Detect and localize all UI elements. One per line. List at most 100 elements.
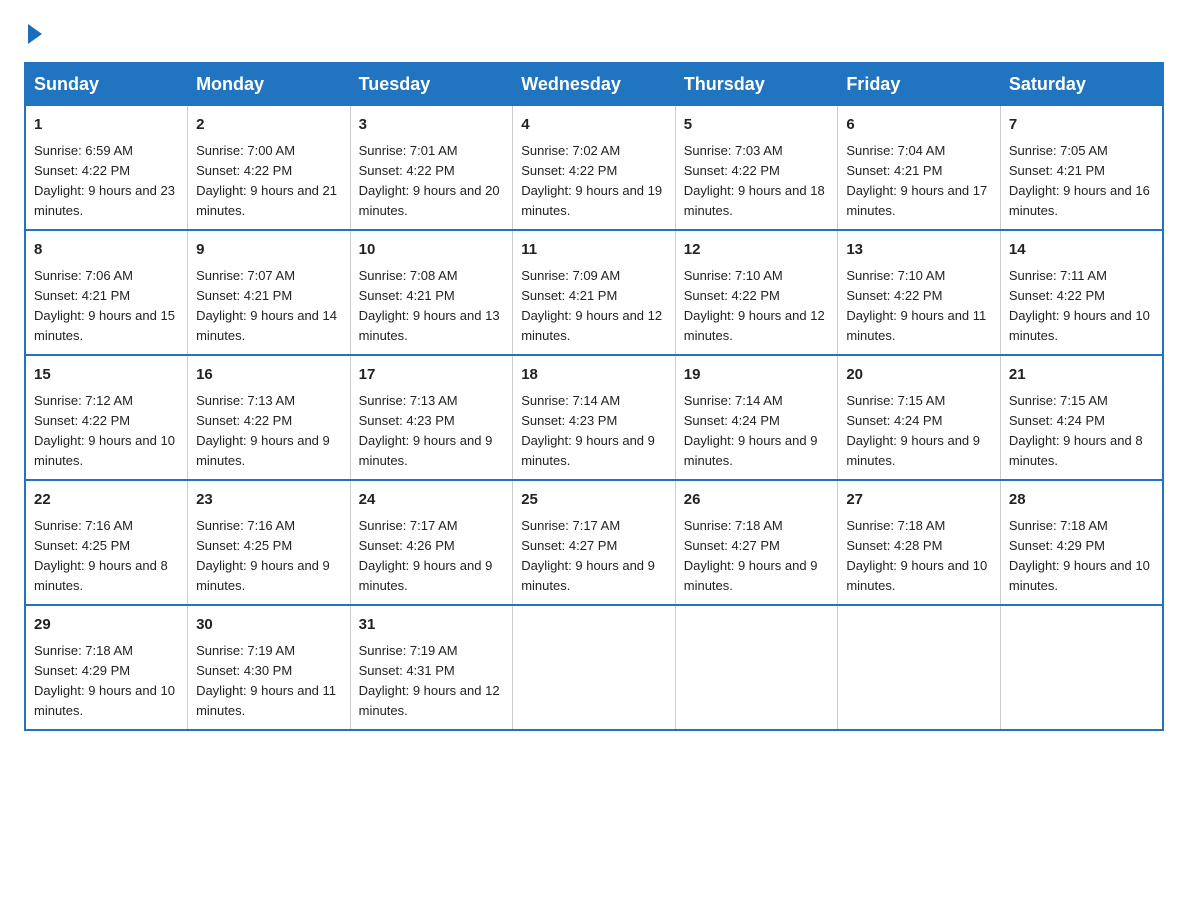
calendar-cell: 14 Sunrise: 7:11 AMSunset: 4:22 PMDaylig… bbox=[1000, 230, 1163, 355]
calendar-cell bbox=[1000, 605, 1163, 730]
calendar-cell: 9 Sunrise: 7:07 AMSunset: 4:21 PMDayligh… bbox=[188, 230, 351, 355]
day-number: 20 bbox=[846, 364, 992, 387]
day-info: Sunrise: 7:18 AMSunset: 4:28 PMDaylight:… bbox=[846, 518, 987, 593]
calendar-cell: 31 Sunrise: 7:19 AMSunset: 4:31 PMDaylig… bbox=[350, 605, 513, 730]
day-header-tuesday: Tuesday bbox=[350, 63, 513, 106]
day-info: Sunrise: 7:02 AMSunset: 4:22 PMDaylight:… bbox=[521, 143, 662, 218]
day-info: Sunrise: 7:14 AMSunset: 4:23 PMDaylight:… bbox=[521, 393, 655, 468]
calendar-cell: 26 Sunrise: 7:18 AMSunset: 4:27 PMDaylig… bbox=[675, 480, 838, 605]
day-number: 18 bbox=[521, 364, 667, 387]
calendar-cell: 17 Sunrise: 7:13 AMSunset: 4:23 PMDaylig… bbox=[350, 355, 513, 480]
day-header-saturday: Saturday bbox=[1000, 63, 1163, 106]
calendar-cell bbox=[513, 605, 676, 730]
day-info: Sunrise: 7:19 AMSunset: 4:30 PMDaylight:… bbox=[196, 643, 336, 718]
calendar-cell: 15 Sunrise: 7:12 AMSunset: 4:22 PMDaylig… bbox=[25, 355, 188, 480]
day-info: Sunrise: 7:06 AMSunset: 4:21 PMDaylight:… bbox=[34, 268, 175, 343]
day-number: 4 bbox=[521, 114, 667, 137]
day-header-monday: Monday bbox=[188, 63, 351, 106]
day-info: Sunrise: 7:03 AMSunset: 4:22 PMDaylight:… bbox=[684, 143, 825, 218]
calendar-week-row: 29 Sunrise: 7:18 AMSunset: 4:29 PMDaylig… bbox=[25, 605, 1163, 730]
day-header-friday: Friday bbox=[838, 63, 1001, 106]
day-number: 11 bbox=[521, 239, 667, 262]
day-info: Sunrise: 7:16 AMSunset: 4:25 PMDaylight:… bbox=[34, 518, 168, 593]
day-info: Sunrise: 7:17 AMSunset: 4:27 PMDaylight:… bbox=[521, 518, 655, 593]
day-number: 30 bbox=[196, 614, 342, 637]
day-number: 25 bbox=[521, 489, 667, 512]
day-info: Sunrise: 7:01 AMSunset: 4:22 PMDaylight:… bbox=[359, 143, 500, 218]
day-number: 13 bbox=[846, 239, 992, 262]
day-number: 22 bbox=[34, 489, 179, 512]
day-info: Sunrise: 7:17 AMSunset: 4:26 PMDaylight:… bbox=[359, 518, 493, 593]
day-number: 24 bbox=[359, 489, 505, 512]
calendar-cell: 16 Sunrise: 7:13 AMSunset: 4:22 PMDaylig… bbox=[188, 355, 351, 480]
calendar-cell: 8 Sunrise: 7:06 AMSunset: 4:21 PMDayligh… bbox=[25, 230, 188, 355]
day-info: Sunrise: 7:16 AMSunset: 4:25 PMDaylight:… bbox=[196, 518, 330, 593]
day-info: Sunrise: 7:13 AMSunset: 4:22 PMDaylight:… bbox=[196, 393, 330, 468]
day-number: 16 bbox=[196, 364, 342, 387]
logo bbox=[24, 24, 42, 44]
logo-arrow-icon bbox=[28, 24, 42, 44]
day-number: 19 bbox=[684, 364, 830, 387]
calendar-week-row: 22 Sunrise: 7:16 AMSunset: 4:25 PMDaylig… bbox=[25, 480, 1163, 605]
calendar-header-row: SundayMondayTuesdayWednesdayThursdayFrid… bbox=[25, 63, 1163, 106]
day-number: 15 bbox=[34, 364, 179, 387]
day-number: 6 bbox=[846, 114, 992, 137]
calendar-cell: 25 Sunrise: 7:17 AMSunset: 4:27 PMDaylig… bbox=[513, 480, 676, 605]
calendar-week-row: 15 Sunrise: 7:12 AMSunset: 4:22 PMDaylig… bbox=[25, 355, 1163, 480]
day-header-sunday: Sunday bbox=[25, 63, 188, 106]
calendar-cell: 21 Sunrise: 7:15 AMSunset: 4:24 PMDaylig… bbox=[1000, 355, 1163, 480]
day-number: 27 bbox=[846, 489, 992, 512]
day-number: 21 bbox=[1009, 364, 1154, 387]
calendar-cell: 13 Sunrise: 7:10 AMSunset: 4:22 PMDaylig… bbox=[838, 230, 1001, 355]
page-header bbox=[24, 24, 1164, 44]
day-number: 3 bbox=[359, 114, 505, 137]
calendar-table: SundayMondayTuesdayWednesdayThursdayFrid… bbox=[24, 62, 1164, 731]
day-info: Sunrise: 7:09 AMSunset: 4:21 PMDaylight:… bbox=[521, 268, 662, 343]
calendar-cell: 4 Sunrise: 7:02 AMSunset: 4:22 PMDayligh… bbox=[513, 106, 676, 231]
calendar-cell: 1 Sunrise: 6:59 AMSunset: 4:22 PMDayligh… bbox=[25, 106, 188, 231]
day-info: Sunrise: 7:18 AMSunset: 4:29 PMDaylight:… bbox=[1009, 518, 1150, 593]
calendar-week-row: 1 Sunrise: 6:59 AMSunset: 4:22 PMDayligh… bbox=[25, 106, 1163, 231]
day-info: Sunrise: 7:05 AMSunset: 4:21 PMDaylight:… bbox=[1009, 143, 1150, 218]
calendar-cell: 27 Sunrise: 7:18 AMSunset: 4:28 PMDaylig… bbox=[838, 480, 1001, 605]
day-number: 5 bbox=[684, 114, 830, 137]
day-info: Sunrise: 7:15 AMSunset: 4:24 PMDaylight:… bbox=[1009, 393, 1143, 468]
day-info: Sunrise: 7:15 AMSunset: 4:24 PMDaylight:… bbox=[846, 393, 980, 468]
day-info: Sunrise: 7:14 AMSunset: 4:24 PMDaylight:… bbox=[684, 393, 818, 468]
calendar-cell: 12 Sunrise: 7:10 AMSunset: 4:22 PMDaylig… bbox=[675, 230, 838, 355]
calendar-week-row: 8 Sunrise: 7:06 AMSunset: 4:21 PMDayligh… bbox=[25, 230, 1163, 355]
calendar-cell bbox=[675, 605, 838, 730]
day-number: 29 bbox=[34, 614, 179, 637]
day-info: Sunrise: 6:59 AMSunset: 4:22 PMDaylight:… bbox=[34, 143, 175, 218]
day-number: 9 bbox=[196, 239, 342, 262]
day-number: 23 bbox=[196, 489, 342, 512]
day-info: Sunrise: 7:11 AMSunset: 4:22 PMDaylight:… bbox=[1009, 268, 1150, 343]
calendar-cell: 24 Sunrise: 7:17 AMSunset: 4:26 PMDaylig… bbox=[350, 480, 513, 605]
calendar-cell: 5 Sunrise: 7:03 AMSunset: 4:22 PMDayligh… bbox=[675, 106, 838, 231]
day-info: Sunrise: 7:13 AMSunset: 4:23 PMDaylight:… bbox=[359, 393, 493, 468]
day-info: Sunrise: 7:18 AMSunset: 4:29 PMDaylight:… bbox=[34, 643, 175, 718]
day-number: 17 bbox=[359, 364, 505, 387]
day-number: 2 bbox=[196, 114, 342, 137]
calendar-cell: 6 Sunrise: 7:04 AMSunset: 4:21 PMDayligh… bbox=[838, 106, 1001, 231]
day-info: Sunrise: 7:12 AMSunset: 4:22 PMDaylight:… bbox=[34, 393, 175, 468]
calendar-cell: 30 Sunrise: 7:19 AMSunset: 4:30 PMDaylig… bbox=[188, 605, 351, 730]
day-number: 31 bbox=[359, 614, 505, 637]
day-info: Sunrise: 7:00 AMSunset: 4:22 PMDaylight:… bbox=[196, 143, 337, 218]
day-number: 26 bbox=[684, 489, 830, 512]
day-number: 8 bbox=[34, 239, 179, 262]
day-info: Sunrise: 7:07 AMSunset: 4:21 PMDaylight:… bbox=[196, 268, 337, 343]
day-number: 7 bbox=[1009, 114, 1154, 137]
calendar-cell: 18 Sunrise: 7:14 AMSunset: 4:23 PMDaylig… bbox=[513, 355, 676, 480]
day-header-wednesday: Wednesday bbox=[513, 63, 676, 106]
calendar-cell: 23 Sunrise: 7:16 AMSunset: 4:25 PMDaylig… bbox=[188, 480, 351, 605]
day-number: 12 bbox=[684, 239, 830, 262]
calendar-cell: 11 Sunrise: 7:09 AMSunset: 4:21 PMDaylig… bbox=[513, 230, 676, 355]
calendar-cell: 20 Sunrise: 7:15 AMSunset: 4:24 PMDaylig… bbox=[838, 355, 1001, 480]
day-number: 14 bbox=[1009, 239, 1154, 262]
day-header-thursday: Thursday bbox=[675, 63, 838, 106]
calendar-cell: 7 Sunrise: 7:05 AMSunset: 4:21 PMDayligh… bbox=[1000, 106, 1163, 231]
calendar-cell: 19 Sunrise: 7:14 AMSunset: 4:24 PMDaylig… bbox=[675, 355, 838, 480]
day-info: Sunrise: 7:18 AMSunset: 4:27 PMDaylight:… bbox=[684, 518, 818, 593]
calendar-cell: 10 Sunrise: 7:08 AMSunset: 4:21 PMDaylig… bbox=[350, 230, 513, 355]
